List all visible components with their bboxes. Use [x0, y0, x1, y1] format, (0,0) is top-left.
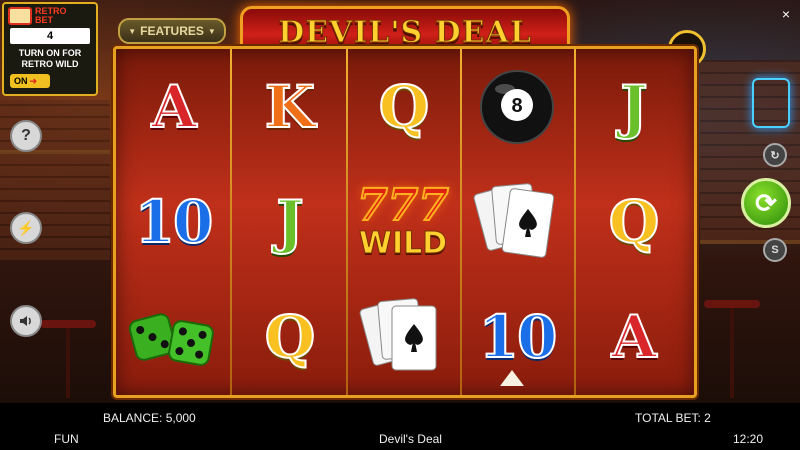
symbol-q: Q [378, 72, 430, 141]
total-bet-label: TOTAL BET: 2 [635, 411, 711, 425]
retro-toggle-label: ON [14, 76, 28, 86]
sound-button[interactable] [10, 305, 42, 337]
symbol-a: A [150, 72, 197, 141]
symbol-k: K [264, 72, 316, 141]
eight-ball-number: 8 [511, 95, 522, 117]
game-name-label: Devil's Deal [379, 432, 442, 446]
slot-machine-icon [8, 7, 32, 25]
neon-sign [752, 78, 790, 128]
arrow-right-icon: ➜ [29, 75, 38, 86]
bottom-status-bar: BALANCE: 5,000 TOTAL BET: 2 FUN Devil's … [0, 403, 800, 450]
triangle-down-icon: ▼ [128, 26, 137, 36]
symbol-j: J [275, 187, 305, 256]
lightning-icon: ⚡ [17, 219, 35, 236]
mode-label: FUN [54, 432, 79, 446]
spin-button[interactable]: ⟳ [741, 178, 791, 228]
retro-bet-count: 4 [10, 28, 90, 44]
retro-bet-label: TURN ON FOR RETRO WILD [6, 48, 94, 70]
symbol-a: A [610, 302, 657, 371]
cards-icon [460, 164, 574, 279]
dice-icon [116, 279, 230, 394]
stake-button[interactable]: S [763, 238, 787, 262]
clock-label: 12:20 [733, 432, 764, 446]
triangle-down-icon: ▼ [207, 26, 216, 36]
features-label: FEATURES [140, 24, 204, 38]
game-stage: RETRO BET 4 TURN ON FOR RETRO WILD ON ➜ … [0, 0, 800, 403]
refresh-icon: ↻ [770, 149, 780, 162]
autoplay-button[interactable]: ↻ [763, 143, 787, 167]
retro-label-line2: RETRO WILD [21, 59, 79, 69]
balance-label: BALANCE: 5,000 [103, 411, 196, 425]
retro-logo-line2: BET [35, 15, 53, 25]
retro-label-line1: TURN ON FOR [18, 48, 82, 58]
wild-label: WILD [358, 225, 448, 261]
bar-stool-leg [730, 308, 734, 398]
arrow-up-icon[interactable] [500, 370, 524, 386]
reels-area: A 10 K J Q Q 777 WILD 8 10 J Q A [113, 46, 697, 398]
retro-bet-panel: RETRO BET 4 TURN ON FOR RETRO WILD ON ➜ [2, 2, 98, 96]
wild-symbol: 777 WILD [346, 164, 460, 279]
symbol-q: Q [608, 187, 660, 256]
close-icon[interactable]: × [778, 6, 794, 22]
coin-icon: S [771, 244, 779, 256]
symbol-10: 10 [134, 187, 215, 256]
turbo-button[interactable]: ⚡ [10, 212, 42, 244]
shelf-left [0, 150, 110, 154]
bar-stool-leg-left [66, 328, 70, 398]
wild-777: 777 [356, 179, 450, 231]
cards-icon [346, 279, 460, 394]
symbol-j: J [619, 72, 649, 141]
bar-stool-left [40, 320, 96, 328]
help-button[interactable]: ? [10, 120, 42, 152]
features-button[interactable]: ▼ FEATURES ▼ [118, 18, 226, 44]
eight-ball-icon: 8 [460, 49, 574, 164]
bar-stool [704, 300, 760, 308]
question-icon: ? [21, 127, 31, 144]
retro-bet-toggle[interactable]: ON ➜ [10, 74, 50, 88]
retro-bet-logo: RETRO BET [8, 7, 92, 25]
speaker-icon [20, 316, 31, 326]
spin-icon: ⟳ [755, 187, 777, 218]
symbol-q: Q [264, 302, 316, 371]
game-title: DEVIL'S DEAL [278, 14, 532, 50]
